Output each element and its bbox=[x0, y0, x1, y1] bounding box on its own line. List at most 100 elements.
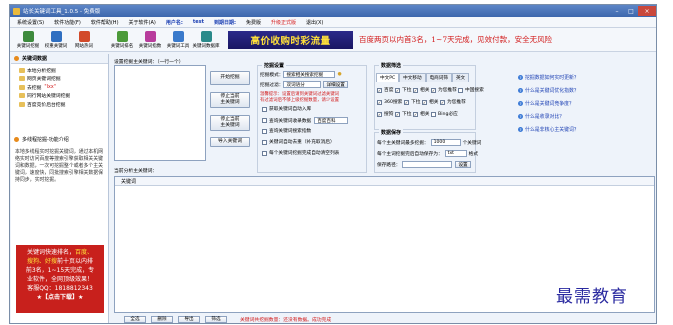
tree-view: 本地分析挖掘 网页关键词挖掘 去挖掘 "Ixx" 同行网站关键词挖掘 百度竞价后台挖掘 bbox=[11, 64, 108, 109]
max-input[interactable]: 1000 bbox=[430, 139, 461, 146]
menu-item-5[interactable]: test bbox=[188, 19, 209, 25]
menu-item-6[interactable]: 到期日期: bbox=[209, 19, 241, 26]
menu-item-0[interactable]: 系统设置(S) bbox=[12, 19, 49, 26]
checkbox[interactable]: ✓ bbox=[413, 111, 418, 117]
data-tab-1[interactable]: 中文移动 bbox=[399, 73, 426, 82]
checkbox[interactable] bbox=[262, 106, 267, 112]
status-button-0[interactable]: 全选 bbox=[124, 315, 146, 323]
ad-line2b: 好搜 bbox=[44, 258, 57, 265]
ad-line3: 前3名，1~15天完成，专 bbox=[25, 267, 95, 274]
menu-item-1[interactable]: 软件功能(F) bbox=[49, 19, 86, 26]
setting-option-4: 每个关键词挖掘完成自动清空列表 bbox=[262, 150, 339, 156]
menu-item-2[interactable]: 软件帮助(H) bbox=[86, 19, 124, 26]
help-link-1[interactable]: ? 什么是关键词优化指数？ bbox=[518, 87, 579, 94]
checkbox[interactable] bbox=[262, 150, 267, 156]
maximize-icon[interactable]: □ bbox=[624, 6, 638, 16]
toolbar-label: 关键词挖掘 bbox=[16, 43, 40, 49]
menu-item-3[interactable]: 关于软件(A) bbox=[124, 19, 161, 26]
checkbox[interactable]: ✓ bbox=[422, 99, 427, 105]
max-unit: 个关键词 bbox=[462, 140, 482, 146]
checkbox[interactable]: ✓ bbox=[395, 111, 400, 117]
data-tab-3[interactable]: 英文 bbox=[451, 73, 470, 82]
banner-ad[interactable]: 高价收购时彩流量 bbox=[228, 30, 353, 49]
checkbox[interactable]: ✓ bbox=[395, 87, 400, 93]
checkbox[interactable]: ✓ bbox=[377, 111, 382, 117]
toolbar-label: 关键词工具 bbox=[166, 43, 190, 49]
data-tab-2[interactable]: 电商词筛 bbox=[425, 73, 452, 82]
tree-item-2[interactable]: 去挖掘 "Ixx" bbox=[19, 83, 108, 92]
help-link-4[interactable]: ? 什么是非核心主关键词？ bbox=[518, 126, 579, 133]
import-keywords-button[interactable]: 导入关键词 bbox=[210, 137, 250, 147]
format-row: 每个主词挖掘完后自动保存为： txt 格式 bbox=[377, 150, 478, 157]
filter-check-0: ✓ 百度 bbox=[377, 87, 394, 93]
help-link-2[interactable]: ? 什么是关键词竞争度？ bbox=[518, 100, 574, 107]
format-select[interactable]: txt bbox=[444, 150, 467, 157]
toolbar-button-6[interactable]: 关键词数据库 bbox=[192, 30, 220, 49]
column-keyword[interactable]: 关键词 bbox=[121, 178, 136, 185]
mode-row: 挖掘模式： 搜索相关搜索挖掘 ● bbox=[260, 71, 342, 78]
stop-main-keyword-button[interactable]: 停止当前 主关键词 bbox=[210, 115, 250, 131]
app-icon bbox=[13, 7, 20, 15]
help-link-3[interactable]: ? 什么是收录对比？ bbox=[518, 113, 564, 120]
menu-item-4[interactable]: 用户名: bbox=[161, 19, 188, 26]
status-button-3[interactable]: 筛选 bbox=[205, 315, 227, 323]
status-button-2[interactable]: 导出 bbox=[178, 315, 200, 323]
checkbox[interactable]: ✓ bbox=[377, 99, 382, 105]
filter-select[interactable]: 双词语分 bbox=[283, 81, 322, 88]
path-set-button[interactable]: 设置 bbox=[455, 161, 471, 168]
question-icon: ? bbox=[518, 127, 523, 132]
data-tab-0[interactable]: 中文PC bbox=[376, 73, 400, 82]
menu-item-8[interactable]: 升级正式版 bbox=[266, 19, 301, 26]
checkbox[interactable] bbox=[431, 111, 436, 117]
filter-check-7: ✓ 相关 bbox=[422, 99, 439, 105]
checkbox[interactable] bbox=[458, 87, 463, 93]
filter-check-10: ✓ 下拉 bbox=[395, 111, 412, 117]
toolbar-button-3[interactable]: 关键词排名 bbox=[108, 30, 136, 49]
promo-ad[interactable]: 关键词快速排名，百度、 搜狗、好搜前十页以内排 前3名，1~15天完成，专 业软… bbox=[16, 245, 104, 313]
toolbar-button-1[interactable]: 权重关键词 bbox=[42, 30, 70, 49]
close-icon[interactable]: × bbox=[638, 6, 656, 16]
toolbar-button-0[interactable]: 关键词挖掘 bbox=[14, 30, 42, 49]
ad-line2c: 前十页以内排 bbox=[57, 258, 94, 265]
keyword-input-textarea[interactable] bbox=[114, 65, 206, 161]
status-button-1[interactable]: 删除 bbox=[151, 315, 173, 323]
stop-current-button[interactable]: 停止当前 主关键词 bbox=[210, 92, 250, 108]
status-text: 关键词共挖掘数量：还没有数据。成功完成 bbox=[240, 317, 332, 323]
checkbox[interactable]: ✓ bbox=[431, 87, 436, 93]
minimize-icon[interactable]: – bbox=[610, 6, 624, 16]
watermark-text: 最需教育 bbox=[556, 287, 628, 307]
toolbar-button-5[interactable]: 关键词工具 bbox=[164, 30, 192, 49]
ad-line2a: 搜狗、 bbox=[26, 258, 45, 265]
checkbox[interactable] bbox=[262, 139, 267, 145]
filter-check-6: ✓ 下拉 bbox=[404, 99, 421, 105]
toolbar-button-4[interactable]: 关键词指数 bbox=[136, 30, 164, 49]
path-input[interactable] bbox=[402, 161, 453, 168]
option-select[interactable]: 百度百科 bbox=[314, 117, 349, 124]
filter-check-9: ✓ 搜狗 bbox=[377, 111, 394, 117]
checkbox[interactable]: ✓ bbox=[413, 87, 418, 93]
filter-detail-button[interactable]: 详细设置 bbox=[323, 81, 348, 88]
tree-item-4[interactable]: 百度竞价后台挖掘 bbox=[19, 100, 108, 109]
tree-item-1[interactable]: 网页关键词挖掘 bbox=[19, 75, 108, 84]
checkbox[interactable]: ✓ bbox=[440, 99, 445, 105]
ad-download-button[interactable]: ★【点击下载】★ bbox=[16, 293, 104, 302]
checkbox[interactable]: ✓ bbox=[377, 87, 382, 93]
ad-qq: 客服QQ：1818812343 bbox=[27, 285, 93, 292]
filter-check-12: Bing必应 bbox=[431, 111, 458, 117]
app-window: 站长关键词工具_1.0.5 - 免费版 – □ × 系统设置(S) 软件功能(F)… bbox=[9, 4, 657, 324]
max-row: 每个主关键词最多挖掘： 1000 个关键词 bbox=[377, 139, 481, 146]
feature-title-text: 多线程挖掘-功能介绍 bbox=[22, 137, 69, 143]
tree-item-3[interactable]: 同行网站关键词挖掘 bbox=[19, 92, 108, 101]
toolbar-button-2[interactable]: 网站热词 bbox=[70, 30, 98, 49]
checkbox[interactable] bbox=[262, 118, 267, 123]
help-link-0[interactable]: ? 挖掘数据如何实时更新？ bbox=[518, 74, 579, 81]
folder-icon bbox=[19, 101, 25, 107]
menu-item-7[interactable]: 免费版 bbox=[241, 19, 266, 26]
mode-select[interactable]: 搜索相关搜索挖掘 bbox=[283, 71, 336, 78]
folder-icon bbox=[19, 93, 25, 99]
checkbox[interactable] bbox=[262, 128, 267, 134]
tree-item-0[interactable]: 本地分析挖掘 bbox=[19, 66, 108, 75]
menu-item-9[interactable]: 退出(X) bbox=[301, 19, 328, 26]
start-mining-button[interactable]: 开始挖掘 bbox=[210, 71, 250, 85]
checkbox[interactable]: ✓ bbox=[404, 99, 409, 105]
